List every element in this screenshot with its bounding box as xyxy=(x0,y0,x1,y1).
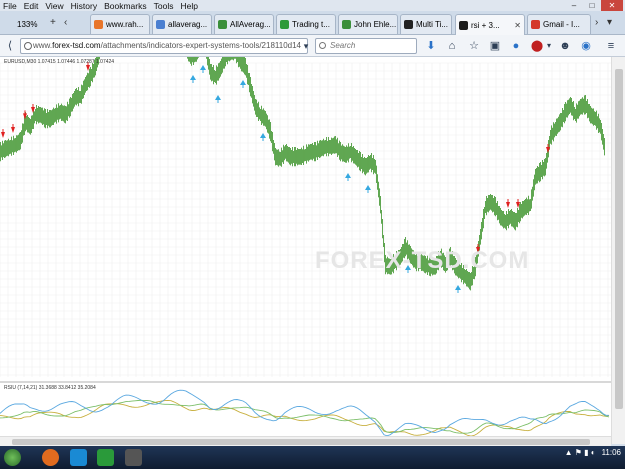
tab-rah[interactable]: www.rah... xyxy=(90,14,150,34)
tab-label: Gmail - I... xyxy=(543,20,580,29)
maximize-button[interactable]: □ xyxy=(583,0,601,11)
tab-allaverages-2[interactable]: AllAverag... xyxy=(214,14,274,34)
dropdown-icon[interactable]: ▾ xyxy=(541,38,557,54)
tab-bar: 133% + ‹ www.rah... allaverag... AllAver… xyxy=(0,11,625,35)
vertical-scrollbar[interactable] xyxy=(611,57,625,444)
rsi-header: RSIU (7,14,21) 31.3688 33.8412 35.2084 xyxy=(4,385,96,391)
sync-icon[interactable]: ● xyxy=(508,38,524,54)
download-icon[interactable]: ⬇ xyxy=(423,38,439,54)
firefox-icon[interactable] xyxy=(42,449,59,466)
menu-edit[interactable]: Edit xyxy=(24,1,39,11)
watermark-logo: FOREX-TSD.COM xyxy=(315,247,530,274)
chart-header: EURUSD,M30 1.07415 1.07446 1.07287 1.074… xyxy=(4,59,115,65)
tab-label: AllAverag... xyxy=(230,20,271,29)
search-placeholder: Search xyxy=(330,41,356,50)
site-icon xyxy=(280,20,289,29)
tab-trading[interactable]: Trading t... xyxy=(276,14,336,34)
tab-rsi-active[interactable]: rsi + 3... ✕ xyxy=(455,14,525,35)
app-icon-2[interactable] xyxy=(125,449,142,466)
tab-label: www.rah... xyxy=(106,20,144,29)
app-icon[interactable] xyxy=(97,449,114,466)
menu-bar: File Edit View History Bookmarks Tools H… xyxy=(0,0,625,11)
navigation-bar: ⟨ www.forex-tsd.com/attachments/indicato… xyxy=(0,35,625,57)
time: 11:06 xyxy=(601,448,621,457)
tab-label: Multi Ti... xyxy=(416,20,449,29)
taskbar: ▲ ⚑ ▮ ◐ 11:06 xyxy=(0,446,625,469)
tab-label: allaverag... xyxy=(168,20,208,29)
zoom-level: 133% xyxy=(17,19,38,29)
url-bar[interactable]: www.forex-tsd.com/attachments/indicators… xyxy=(20,38,308,54)
close-window-button[interactable]: ✕ xyxy=(601,0,623,11)
site-icon xyxy=(342,20,351,29)
chat-icon[interactable]: ☻ xyxy=(557,38,573,54)
menu-tools[interactable]: Tools xyxy=(154,1,174,11)
tab-scroll-right-icon[interactable]: › xyxy=(595,17,598,28)
scroll-thumb[interactable] xyxy=(12,439,590,445)
tab-gmail[interactable]: Gmail - I... xyxy=(527,14,591,34)
star-icon[interactable]: ☆ xyxy=(466,38,482,54)
tab-multi-time[interactable]: Multi Ti... xyxy=(400,14,452,34)
tab-john-ehlers[interactable]: John Ehle... xyxy=(338,14,398,34)
minimize-button[interactable]: – xyxy=(565,0,583,11)
site-icon xyxy=(218,20,227,29)
menu-file[interactable]: File xyxy=(3,1,17,11)
globe-icon xyxy=(24,42,32,50)
horizontal-scrollbar[interactable] xyxy=(0,436,611,446)
url-prefix: www. xyxy=(33,41,53,50)
menu-icon[interactable]: ≡ xyxy=(603,38,619,54)
tab-label: rsi + 3... xyxy=(471,20,500,30)
search-input[interactable]: Search xyxy=(315,38,417,54)
search-icon xyxy=(319,42,326,49)
menu-help[interactable]: Help xyxy=(180,1,197,11)
reload-icon[interactable]: ▾ xyxy=(298,38,314,54)
tab-allaverages[interactable]: allaverag... xyxy=(152,14,212,34)
forex-tsd-icon xyxy=(459,20,468,30)
system-tray-icons: ▲ ⚑ ▮ ◐ xyxy=(564,448,596,457)
tab-label: Trading t... xyxy=(292,20,330,29)
forex-tsd-icon xyxy=(404,20,413,29)
close-tab-icon[interactable]: ✕ xyxy=(514,21,521,30)
pocket-icon[interactable]: ◉ xyxy=(578,38,594,54)
skype-icon[interactable] xyxy=(70,449,87,466)
menu-view[interactable]: View xyxy=(45,1,63,11)
url-domain: forex-tsd.com xyxy=(52,41,101,50)
menu-bookmarks[interactable]: Bookmarks xyxy=(104,1,147,11)
blogger-icon xyxy=(94,20,103,29)
new-tab-icon[interactable]: + xyxy=(50,17,56,28)
url-path: /attachments/indicators-expert-systems-t… xyxy=(100,41,301,50)
tab-scroll-left-icon[interactable]: ‹ xyxy=(64,17,67,28)
start-button-icon[interactable] xyxy=(4,449,21,466)
gmail-icon xyxy=(531,20,540,29)
list-all-tabs-icon[interactable]: ▾ xyxy=(607,17,612,28)
tab-label: John Ehle... xyxy=(354,20,397,29)
chart-image: EURUSD,M30 1.07415 1.07446 1.07287 1.074… xyxy=(0,11,611,444)
home-icon[interactable]: ⌂ xyxy=(444,38,460,54)
menu-history[interactable]: History xyxy=(71,1,97,11)
scroll-thumb[interactable] xyxy=(615,69,623,409)
google-icon xyxy=(156,20,165,29)
clock[interactable]: ▲ ⚑ ▮ ◐ 11:06 xyxy=(565,448,621,457)
back-icon[interactable]: ⟨ xyxy=(2,38,18,54)
reading-list-icon[interactable]: ▣ xyxy=(487,38,503,54)
